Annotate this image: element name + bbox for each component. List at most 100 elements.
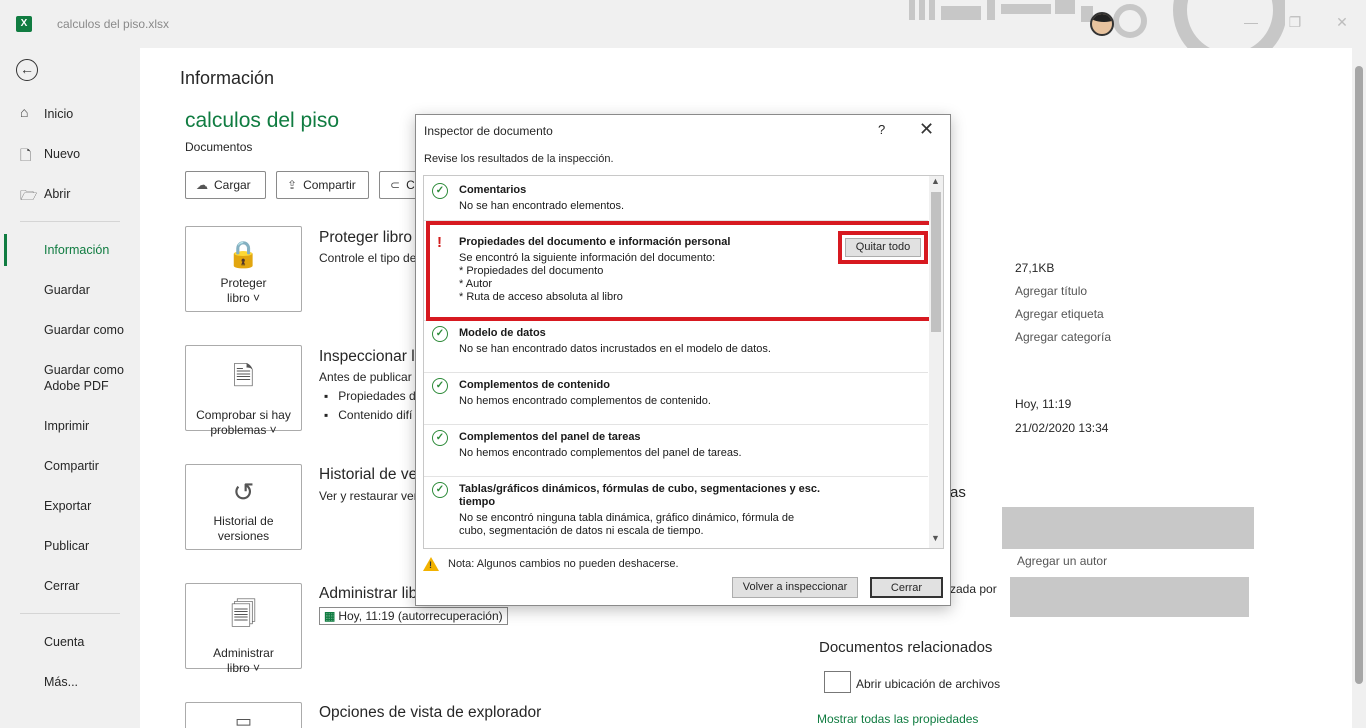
remove-all-highlight: Quitar todo: [838, 231, 928, 264]
property-category[interactable]: Agregar categoría: [1015, 330, 1111, 344]
minimize-icon[interactable]: —: [1241, 14, 1261, 30]
manage-workbook-card[interactable]: 🗐 Administrar libro ˅: [185, 583, 302, 675]
history-icon: ↺: [232, 477, 255, 507]
nav-item-publicar[interactable]: Publicar: [44, 538, 89, 554]
nav-item-nuevo[interactable]: Nuevo: [44, 146, 80, 162]
home-icon: ⌂: [20, 104, 29, 120]
lock-icon: 🔒: [227, 239, 260, 269]
protect-workbook-card[interactable]: 🔒 Proteger libro ˅: [185, 226, 302, 312]
copy-path-button[interactable]: ⊂ C: [379, 171, 419, 199]
nav-item-abrir[interactable]: Abrir: [44, 186, 70, 202]
show-all-properties-link[interactable]: Mostrar todas las propiedades: [817, 712, 978, 726]
warning-triangle-icon: !: [423, 557, 439, 571]
property-created: 21/02/2020 13:34: [1015, 421, 1109, 435]
reinspect-button[interactable]: Volver a inspeccionar: [732, 577, 858, 598]
check-icon: ✓: [432, 326, 448, 342]
back-arrow-icon[interactable]: ←: [16, 59, 38, 81]
file-title: calculos del piso.xlsx: [57, 17, 170, 31]
result-item: ✓ Modelo de datos No se han encontrado d…: [424, 321, 928, 373]
nav-item-exportar[interactable]: Exportar: [44, 498, 91, 514]
nav-item-guardar[interactable]: Guardar: [44, 282, 90, 298]
results-scroll-thumb[interactable]: [931, 192, 941, 332]
document-inspector-dialog: Inspector de documento ? ✕ Revise los re…: [415, 114, 951, 606]
folder-open-icon: 🗁: [20, 187, 38, 203]
excel-file-icon: ▦: [324, 609, 336, 623]
check-issues-card[interactable]: 🗎 Comprobar si hay problemas ˅: [185, 345, 302, 437]
inspect-bullet: ▪ Contenido difí: [324, 408, 413, 422]
page-scrollbar[interactable]: [1352, 48, 1366, 728]
inspect-bullet: ▪ Propiedades d: [324, 389, 416, 403]
manage-document-icon: 🗐: [230, 599, 257, 629]
browser-view-card[interactable]: ▭: [185, 702, 302, 728]
document-check-icon: 🗎: [233, 361, 254, 391]
nav-item-imprimir[interactable]: Imprimir: [44, 418, 89, 434]
result-item: ✓ Complementos de contenido No hemos enc…: [424, 373, 928, 425]
close-icon[interactable]: ✕: [919, 119, 934, 140]
property-size: 27,1KB: [1015, 261, 1055, 275]
related-heading: Documentos relacionados: [819, 639, 993, 656]
nav-separator: [20, 613, 120, 614]
scrollbar-thumb[interactable]: [1355, 66, 1363, 684]
results-scrollbar[interactable]: ▲ ▼: [929, 176, 943, 548]
share-button[interactable]: ⇪ Compartir: [276, 171, 369, 199]
result-item: ✓ Tablas/gráficos dinámicos, fórmulas de…: [424, 477, 928, 548]
people-heading-fragment: as: [950, 484, 966, 501]
folder-icon: [824, 671, 851, 693]
history-title: Historial de ve: [319, 466, 418, 483]
nav-item-informacion[interactable]: Información: [44, 242, 109, 258]
restore-icon[interactable]: ❐: [1285, 14, 1305, 31]
nav-item-inicio[interactable]: Inicio: [44, 106, 73, 122]
scroll-up-icon[interactable]: ▲: [931, 176, 940, 186]
nav-separator: [20, 221, 120, 222]
protect-title: Proteger libro: [319, 229, 413, 246]
check-icon: ✓: [432, 482, 448, 498]
check-icon: ✓: [432, 430, 448, 446]
inspection-results-list[interactable]: ✓ Comentarios No se han encontrado eleme…: [423, 175, 944, 549]
page-title: Información: [180, 68, 275, 88]
inspect-desc: Antes de publicar: [319, 370, 412, 384]
remove-all-button[interactable]: Quitar todo: [845, 238, 921, 257]
inspect-title: Inspeccionar li: [319, 348, 419, 365]
workbook-location[interactable]: Documentos: [185, 140, 252, 154]
check-icon: ✓: [432, 183, 448, 199]
property-tags[interactable]: Agregar etiqueta: [1015, 307, 1104, 321]
history-desc: Ver y restaurar vers: [319, 489, 424, 503]
nav-item-cuenta[interactable]: Cuenta: [44, 634, 84, 650]
nav-item-mas[interactable]: Más...: [44, 674, 78, 690]
close-window-icon[interactable]: ✕: [1332, 14, 1352, 31]
share-icon: ⇪: [287, 178, 298, 192]
nav-item-compartir[interactable]: Compartir: [44, 458, 99, 474]
excel-logo-icon: X: [16, 16, 32, 32]
close-button[interactable]: Cerrar: [870, 577, 943, 598]
open-file-location[interactable]: Abrir ubicación de archivos: [856, 677, 1000, 691]
author-redacted: [1002, 507, 1254, 549]
nav-item-guardar-como[interactable]: Guardar como: [44, 322, 124, 338]
property-title[interactable]: Agregar título: [1015, 284, 1087, 298]
manage-title: Administrar lib: [319, 585, 418, 602]
nav-item-guardar-pdf[interactable]: Guardar como Adobe PDF: [44, 362, 134, 394]
avatar[interactable]: [1090, 12, 1114, 36]
new-file-icon: 🗋: [20, 147, 32, 163]
dialog-title: Inspector de documento: [424, 124, 553, 138]
modified-by-redacted: [1010, 577, 1249, 617]
protect-desc: Controle el tipo de: [319, 251, 417, 265]
dialog-prompt: Revise los resultados de la inspección.: [424, 153, 614, 165]
backstage-nav: ← ⌂ Inicio 🗋 Nuevo 🗁 Abrir Información G…: [0, 48, 140, 728]
cloud-upload-icon: ☁: [196, 178, 208, 192]
property-modified: Hoy, 11:19: [1015, 397, 1072, 411]
scroll-down-icon[interactable]: ▼: [931, 533, 940, 543]
browser-options-title: Opciones de vista de explorador: [319, 704, 542, 721]
autorecovery-entry[interactable]: ▦ Hoy, 11:19 (autorrecuperación): [319, 607, 508, 625]
browser-view-icon: ▭: [234, 711, 252, 728]
result-item: ✓ Comentarios No se han encontrado eleme…: [424, 176, 928, 221]
workbook-name: calculos del piso: [185, 109, 340, 132]
nav-item-cerrar[interactable]: Cerrar: [44, 578, 79, 594]
help-button[interactable]: ?: [878, 122, 885, 137]
link-icon: ⊂: [390, 178, 401, 192]
add-author[interactable]: Agregar un autor: [1017, 554, 1107, 568]
dialog-note: Nota: Algunos cambios no pueden deshacer…: [448, 558, 679, 570]
version-history-card[interactable]: ↺ Historial de versiones: [185, 464, 302, 550]
upload-button[interactable]: ☁ Cargar: [185, 171, 266, 199]
title-bar: X calculos del piso.xlsx — ❐ ✕: [0, 0, 1366, 48]
check-icon: ✓: [432, 378, 448, 394]
